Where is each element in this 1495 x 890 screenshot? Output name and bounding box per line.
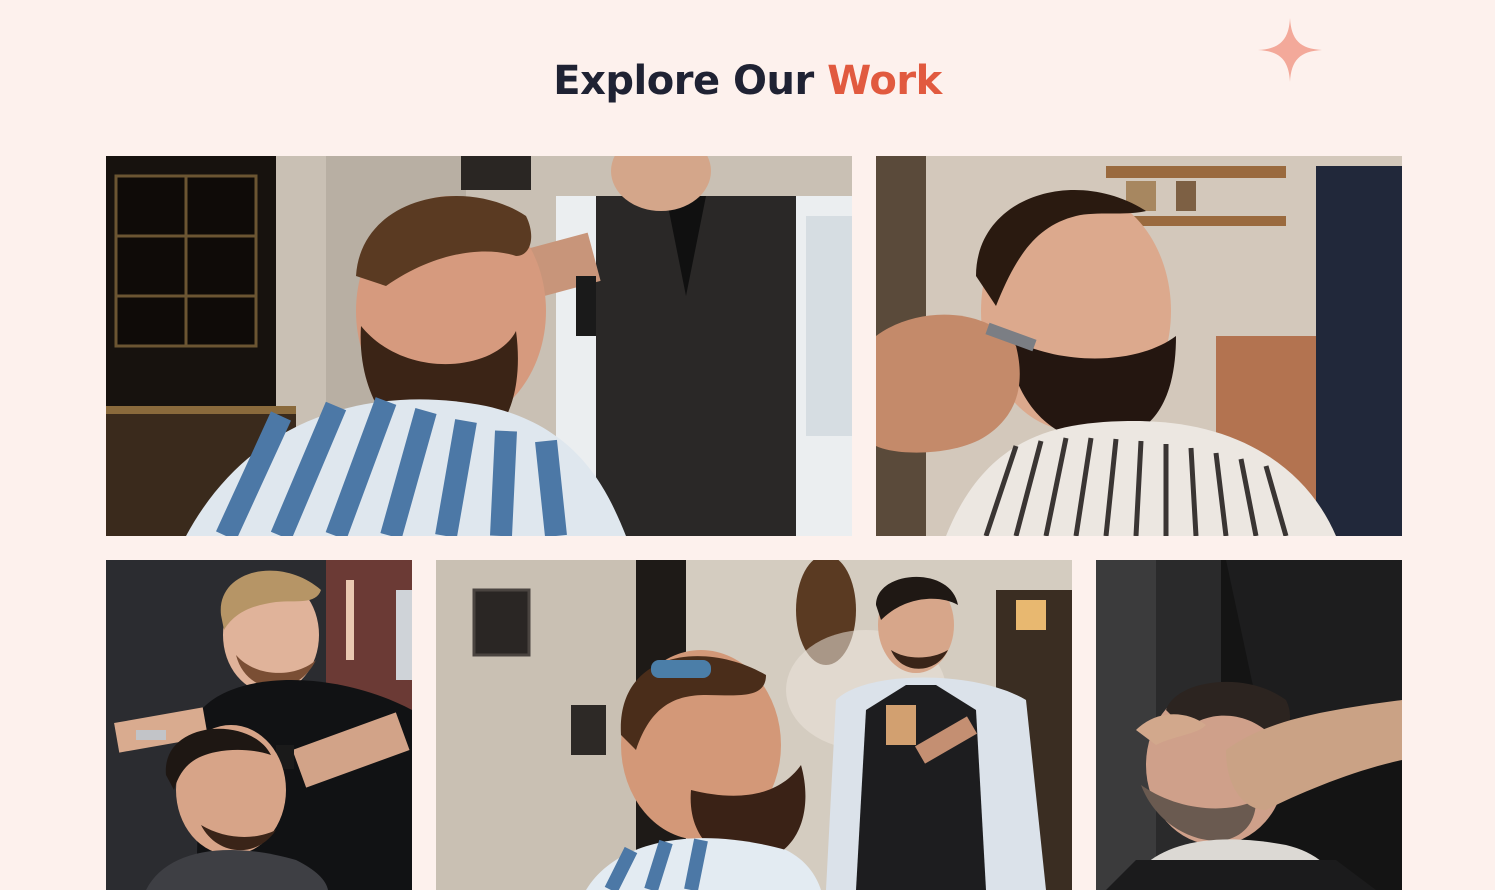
gallery-image-3[interactable] <box>106 560 412 890</box>
gallery-photo-5 <box>1096 560 1402 890</box>
gallery-image-1[interactable] <box>106 156 852 536</box>
title-accent-text: Work <box>827 58 942 104</box>
gallery-image-2[interactable] <box>876 156 1402 536</box>
gallery-photo-4 <box>436 560 1072 890</box>
gallery-photo-1 <box>106 156 852 536</box>
sparkle-icon <box>1258 18 1322 82</box>
gallery-image-5[interactable] <box>1096 560 1402 890</box>
gallery-photo-3 <box>106 560 412 890</box>
title-text: Explore Our <box>553 58 814 104</box>
gallery-photo-2 <box>876 156 1402 536</box>
gallery-image-4[interactable] <box>436 560 1072 890</box>
